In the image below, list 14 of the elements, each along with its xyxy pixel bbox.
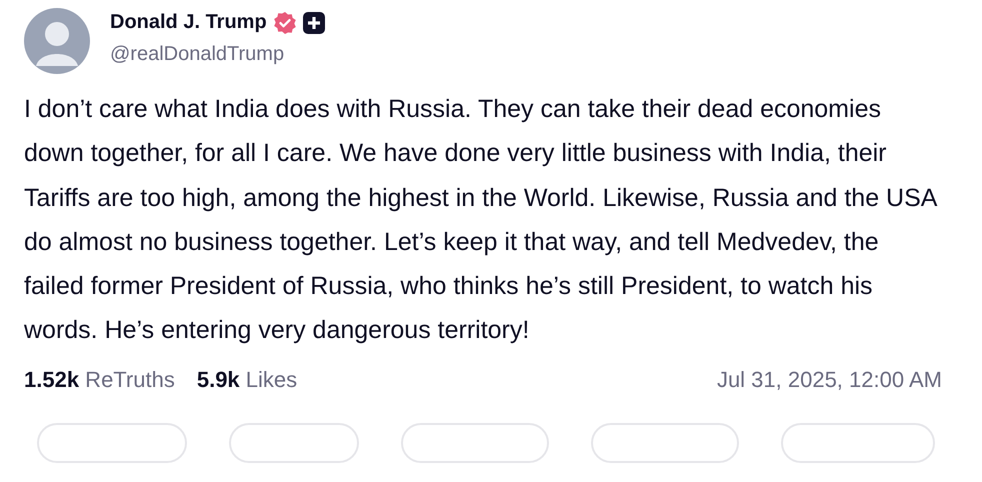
plus-badge-icon [302,12,325,34]
author-name[interactable]: Donald J. Trump [110,11,267,34]
post-timestamp: Jul 31, 2025, 12:00 AM [716,366,942,393]
action-button[interactable] [781,422,935,463]
verified-badge-icon [272,10,297,34]
action-button[interactable] [37,422,187,463]
post-text: I don’t care what India does with Russia. They can take their dead economies down together, for all I care. We have done very little business with India, their Tariffs are too high, among the highest in the World. Likewise, Russia and the USA do almost no business together. Let’s keep it that way, and tell Medvedev, the failed former President of Russia, who thinks he’s still President, to watch his words. He’s entering very dangerous territory! [24,94,938,346]
author-handle[interactable]: @realDonaldTrump [110,42,325,66]
stat-count[interactable]: 1.52k ReTruths [24,366,175,393]
action-button[interactable] [229,422,359,463]
stat-count[interactable]: 5.9k Likes [196,366,298,393]
avatar[interactable] [24,8,90,74]
action-button[interactable] [401,422,549,463]
action-button[interactable] [591,422,739,463]
